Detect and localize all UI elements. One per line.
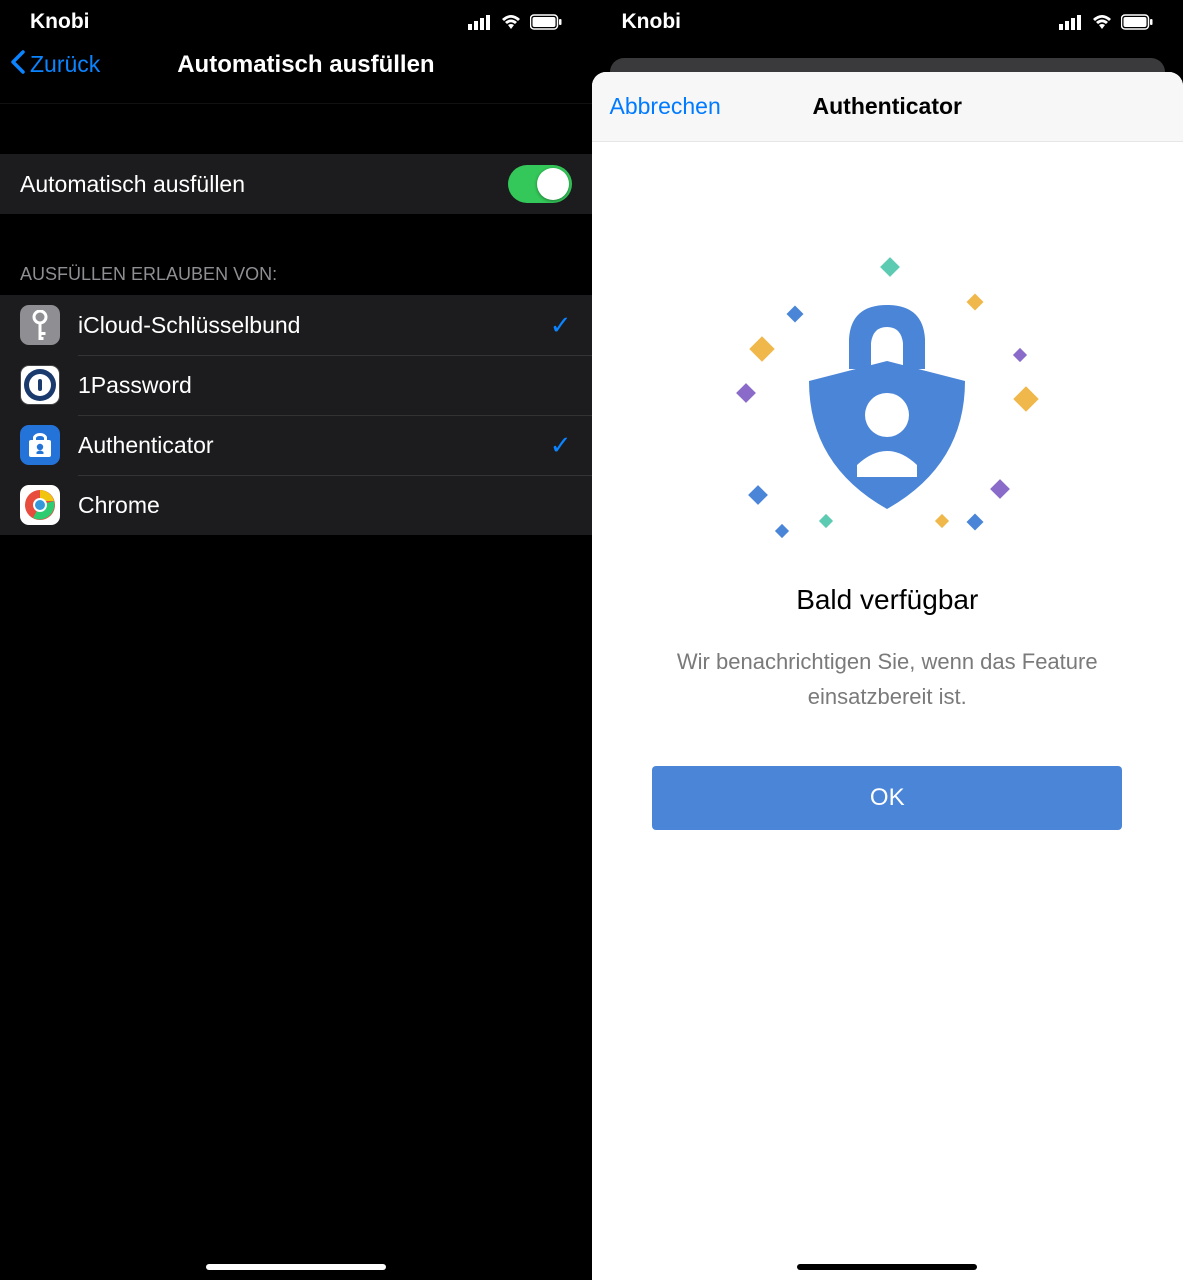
cellular-signal-icon <box>1059 14 1083 30</box>
provider-label: Authenticator <box>78 432 532 459</box>
wifi-icon <box>500 14 522 30</box>
icloud-keychain-icon <box>20 305 60 345</box>
toggle-knob <box>537 168 569 200</box>
1password-icon <box>20 365 60 405</box>
spark-icon <box>880 257 900 277</box>
autofill-toggle[interactable] <box>508 165 572 203</box>
phone-right-authenticator: Knobi Abbrechen Authenticator <box>592 0 1183 1280</box>
sheet-nav: Abbrechen Authenticator <box>592 72 1183 142</box>
spark-icon <box>748 485 768 505</box>
lock-shield-icon <box>787 287 987 517</box>
spark-icon <box>736 383 756 403</box>
wifi-icon <box>1091 14 1113 30</box>
provider-row-1password[interactable]: 1Password <box>0 355 592 415</box>
check-icon: ✓ <box>550 430 572 461</box>
lock-hero-illustration <box>737 252 1037 552</box>
home-indicator[interactable] <box>797 1264 977 1270</box>
authenticator-sheet: Abbrechen Authenticator <box>592 72 1183 1280</box>
status-icons <box>1059 14 1153 30</box>
spark-icon <box>750 336 775 361</box>
status-icons <box>468 14 562 30</box>
chrome-icon <box>20 485 60 525</box>
spark-icon <box>1014 386 1039 411</box>
autofill-toggle-label: Automatisch ausfüllen <box>20 171 508 198</box>
chevron-left-icon <box>10 48 26 82</box>
ok-button[interactable]: OK <box>652 766 1122 830</box>
allow-section-header: Ausfüllen erlauben von: <box>0 214 592 295</box>
battery-icon <box>530 14 562 30</box>
carrier-label: Knobi <box>30 10 89 34</box>
provider-row-icloud[interactable]: iCloud-Schlüsselbund ✓ <box>0 295 592 355</box>
battery-icon <box>1121 14 1153 30</box>
promo-subtitle: Wir benachrichtigen Sie, wenn das Featur… <box>667 644 1107 714</box>
provider-label: 1Password <box>78 372 572 399</box>
status-bar: Knobi <box>0 0 592 44</box>
autofill-toggle-row[interactable]: Automatisch ausfüllen <box>0 154 592 214</box>
check-icon: ✓ <box>550 310 572 341</box>
cancel-button[interactable]: Abbrechen <box>610 93 721 120</box>
spark-icon <box>990 479 1010 499</box>
provider-label: iCloud-Schlüsselbund <box>78 312 532 339</box>
spark-icon <box>1013 348 1027 362</box>
promo-title: Bald verfügbar <box>796 584 978 616</box>
authenticator-icon <box>20 425 60 465</box>
sheet-backdrop: Abbrechen Authenticator <box>592 58 1183 1280</box>
nav-bar: Zurück Automatisch ausfüllen <box>0 44 592 104</box>
sheet-body: Bald verfügbar Wir benachrichtigen Sie, … <box>592 142 1183 1280</box>
page-title: Automatisch ausfüllen <box>30 51 581 79</box>
phone-left-settings: Knobi Zurück Automatisch ausfüllen Autom… <box>0 0 592 1280</box>
home-indicator[interactable] <box>206 1264 386 1270</box>
cellular-signal-icon <box>468 14 492 30</box>
provider-row-authenticator[interactable]: Authenticator ✓ <box>0 415 592 475</box>
carrier-label: Knobi <box>622 10 681 34</box>
provider-row-chrome[interactable]: Chrome <box>0 475 592 535</box>
spark-icon <box>775 524 789 538</box>
provider-label: Chrome <box>78 492 572 519</box>
status-bar: Knobi <box>592 0 1183 44</box>
